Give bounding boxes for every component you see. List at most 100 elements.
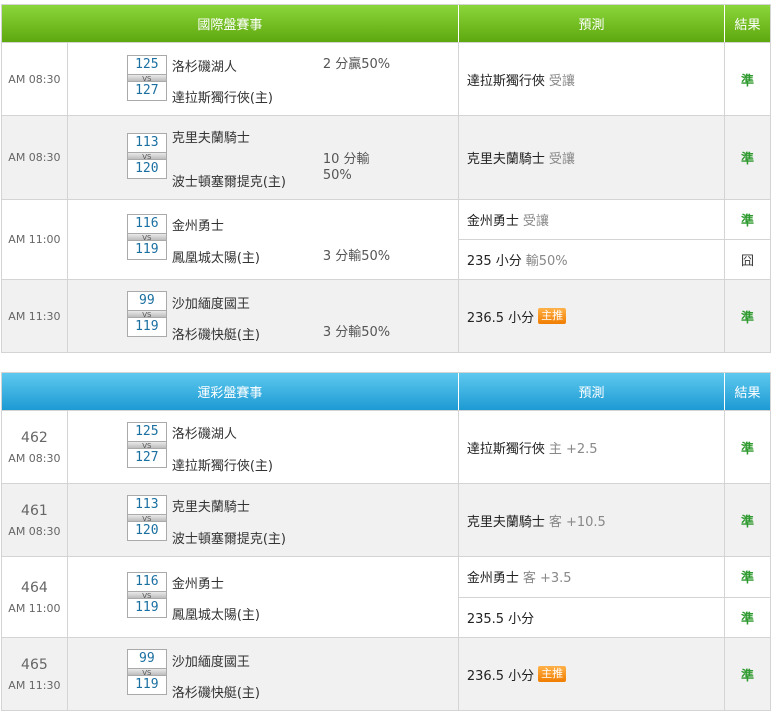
away-score: 116 (135, 574, 159, 589)
prediction: 金州勇士 受讓 (459, 200, 724, 239)
away-team: 金州勇士 (171, 219, 224, 234)
vs-divider: VS (127, 668, 166, 677)
match-cell: 113 VS 120 克里夫蘭騎士 波士頓塞爾提克(主) (68, 484, 459, 556)
game-number: 462 (21, 429, 48, 446)
prediction: 235.5 小分 (458, 596, 725, 638)
game-number: 461 (21, 502, 48, 519)
prediction-cell: 克里夫蘭騎士 客 +10.5 (459, 484, 726, 556)
international-table: 國際盤賽事 預測 結果 AM 08:30 125 VS 127 洛杉磯湖人 達拉… (1, 4, 771, 353)
result-value: 準 (725, 596, 770, 638)
prediction-column-header: 預測 (458, 373, 726, 410)
result-value: 準 (741, 668, 755, 684)
match-cell: 116 VS 119 金州勇士 鳳凰城太陽(主) 3 分輸50% (68, 200, 459, 279)
scorebox: 99 VS 119 (126, 291, 167, 337)
table-row: AM 11:00 116 VS 119 金州勇士 鳳凰城太陽(主) 3 分輸50… (2, 199, 770, 279)
prediction-cell: 達拉斯獨行俠 主 +2.5 (459, 411, 726, 483)
lottery-table: 運彩盤賽事 預測 結果 462 AM 08:30 125 VS 127 洛杉磯湖… (1, 372, 771, 711)
away-team: 沙加緬度國王 (171, 297, 250, 312)
game-column-header: 國際盤賽事 (2, 5, 459, 42)
prediction: 克里夫蘭騎士 客 +10.5 (459, 484, 724, 556)
game-time-cell: 465 AM 11:30 (2, 638, 68, 710)
prediction-team: 235.5 小分 (466, 611, 535, 627)
game-time-cell: 461 AM 08:30 (2, 484, 68, 556)
game-time: AM 08:30 (8, 524, 61, 538)
home-score: 120 (135, 523, 159, 538)
game-time-cell: AM 08:30 (2, 116, 68, 199)
scorebox: 125 VS 127 (126, 422, 167, 468)
table-row: 462 AM 08:30 125 VS 127 洛杉磯湖人 達拉斯獨行俠(主) … (2, 410, 770, 483)
vs-divider: VS (127, 152, 166, 161)
away-team: 克里夫蘭騎士 (171, 500, 250, 515)
prediction-team: 235 小分 (466, 254, 522, 269)
result-cell: 準 囧 (725, 200, 770, 279)
home-team: 達拉斯獨行俠(主) (171, 459, 273, 474)
prediction-team: 克里夫蘭騎士 (466, 514, 545, 530)
table-row: 465 AM 11:30 99 VS 119 沙加緬度國王 洛杉磯快艇(主) 2… (2, 637, 770, 710)
away-team: 沙加緬度國王 (171, 655, 250, 670)
game-time: AM 11:30 (8, 309, 61, 323)
result-cell: 準 準 (725, 557, 770, 637)
vs-divider: VS (127, 233, 166, 242)
home-team: 波士頓塞爾提克(主) (171, 175, 286, 190)
vs-divider: VS (127, 310, 166, 319)
game-time-cell: 464 AM 11:00 (2, 557, 68, 637)
prediction-team: 達拉斯獨行俠 (466, 441, 545, 457)
game-time-cell: AM 11:30 (2, 280, 68, 352)
prediction: 236.5 小分 主推 (459, 280, 724, 352)
home-score: 119 (135, 677, 159, 692)
game-time: AM 11:30 (8, 678, 61, 692)
home-team: 洛杉磯快艇(主) (171, 686, 260, 701)
away-team: 洛杉磯湖人 (171, 60, 237, 75)
featured-badge: 主推 (538, 666, 567, 682)
result-value: 準 (741, 441, 755, 457)
match-cell: 99 VS 119 沙加緬度國王 洛杉磯快艇(主) 3 分輸50% (68, 280, 459, 352)
prediction-cell: 達拉斯獨行俠 受讓 (459, 43, 726, 115)
prediction-note: 客 +10.5 (548, 514, 606, 530)
game-column-header: 運彩盤賽事 (2, 373, 459, 410)
prediction-team: 236.5 小分 (466, 310, 535, 326)
away-score: 113 (135, 135, 159, 150)
match-cell: 116 VS 119 金州勇士 鳳凰城太陽(主) (68, 557, 459, 637)
away-score: 99 (139, 293, 155, 308)
prediction-cell: 金州勇士 客 +3.5 235.5 小分 (458, 557, 726, 638)
prediction-cell: 236.5 小分 主推 (459, 638, 726, 710)
game-time-cell: AM 11:00 (2, 200, 68, 279)
home-score: 127 (135, 450, 159, 465)
result-cell: 準 (725, 638, 770, 710)
game-time: AM 08:30 (8, 151, 61, 164)
prediction-cell: 236.5 小分 主推 (459, 280, 726, 352)
prediction-team: 達拉斯獨行俠 (466, 73, 545, 89)
away-score: 116 (135, 216, 159, 231)
away-team: 洛杉磯湖人 (171, 427, 237, 442)
game-number: 465 (21, 656, 48, 673)
game-time: AM 11:00 (8, 601, 61, 615)
result-value: 囧 (725, 239, 770, 279)
game-time: AM 08:30 (8, 72, 61, 86)
home-team: 達拉斯獨行俠(主) (171, 91, 273, 106)
scorebox: 113 VS 120 (126, 495, 167, 541)
prediction-note: 受讓 (522, 214, 549, 229)
home-score: 119 (135, 319, 159, 334)
prediction-team: 金州勇士 (466, 214, 519, 229)
away-team: 克里夫蘭騎士 (171, 131, 250, 146)
prediction-column-header: 預測 (458, 5, 726, 42)
prediction-note: 客 +3.5 (522, 571, 572, 587)
match-cell: 125 VS 127 洛杉磯湖人 達拉斯獨行俠(主) (68, 411, 459, 483)
prediction: 達拉斯獨行俠 受讓 (459, 43, 724, 115)
home-team: 波士頓塞爾提克(主) (171, 532, 286, 547)
prediction-note: 受讓 (548, 73, 575, 89)
away-score: 125 (135, 57, 159, 72)
result-column-header: 結果 (725, 373, 770, 410)
away-team: 金州勇士 (171, 577, 224, 592)
result-value: 準 (741, 571, 755, 587)
result-value: 準 (741, 73, 755, 89)
home-score: 119 (135, 600, 159, 615)
result-column-header: 結果 (725, 5, 770, 42)
prediction-team: 克里夫蘭騎士 (466, 152, 545, 167)
scorebox: 116 VS 119 (126, 572, 167, 618)
prediction: 金州勇士 客 +3.5 (459, 557, 724, 597)
game-number: 464 (21, 579, 48, 596)
game-time-cell: AM 08:30 (2, 43, 68, 115)
scorebox: 113 VS 120 (126, 133, 167, 179)
prediction-note: 受讓 (548, 152, 575, 167)
